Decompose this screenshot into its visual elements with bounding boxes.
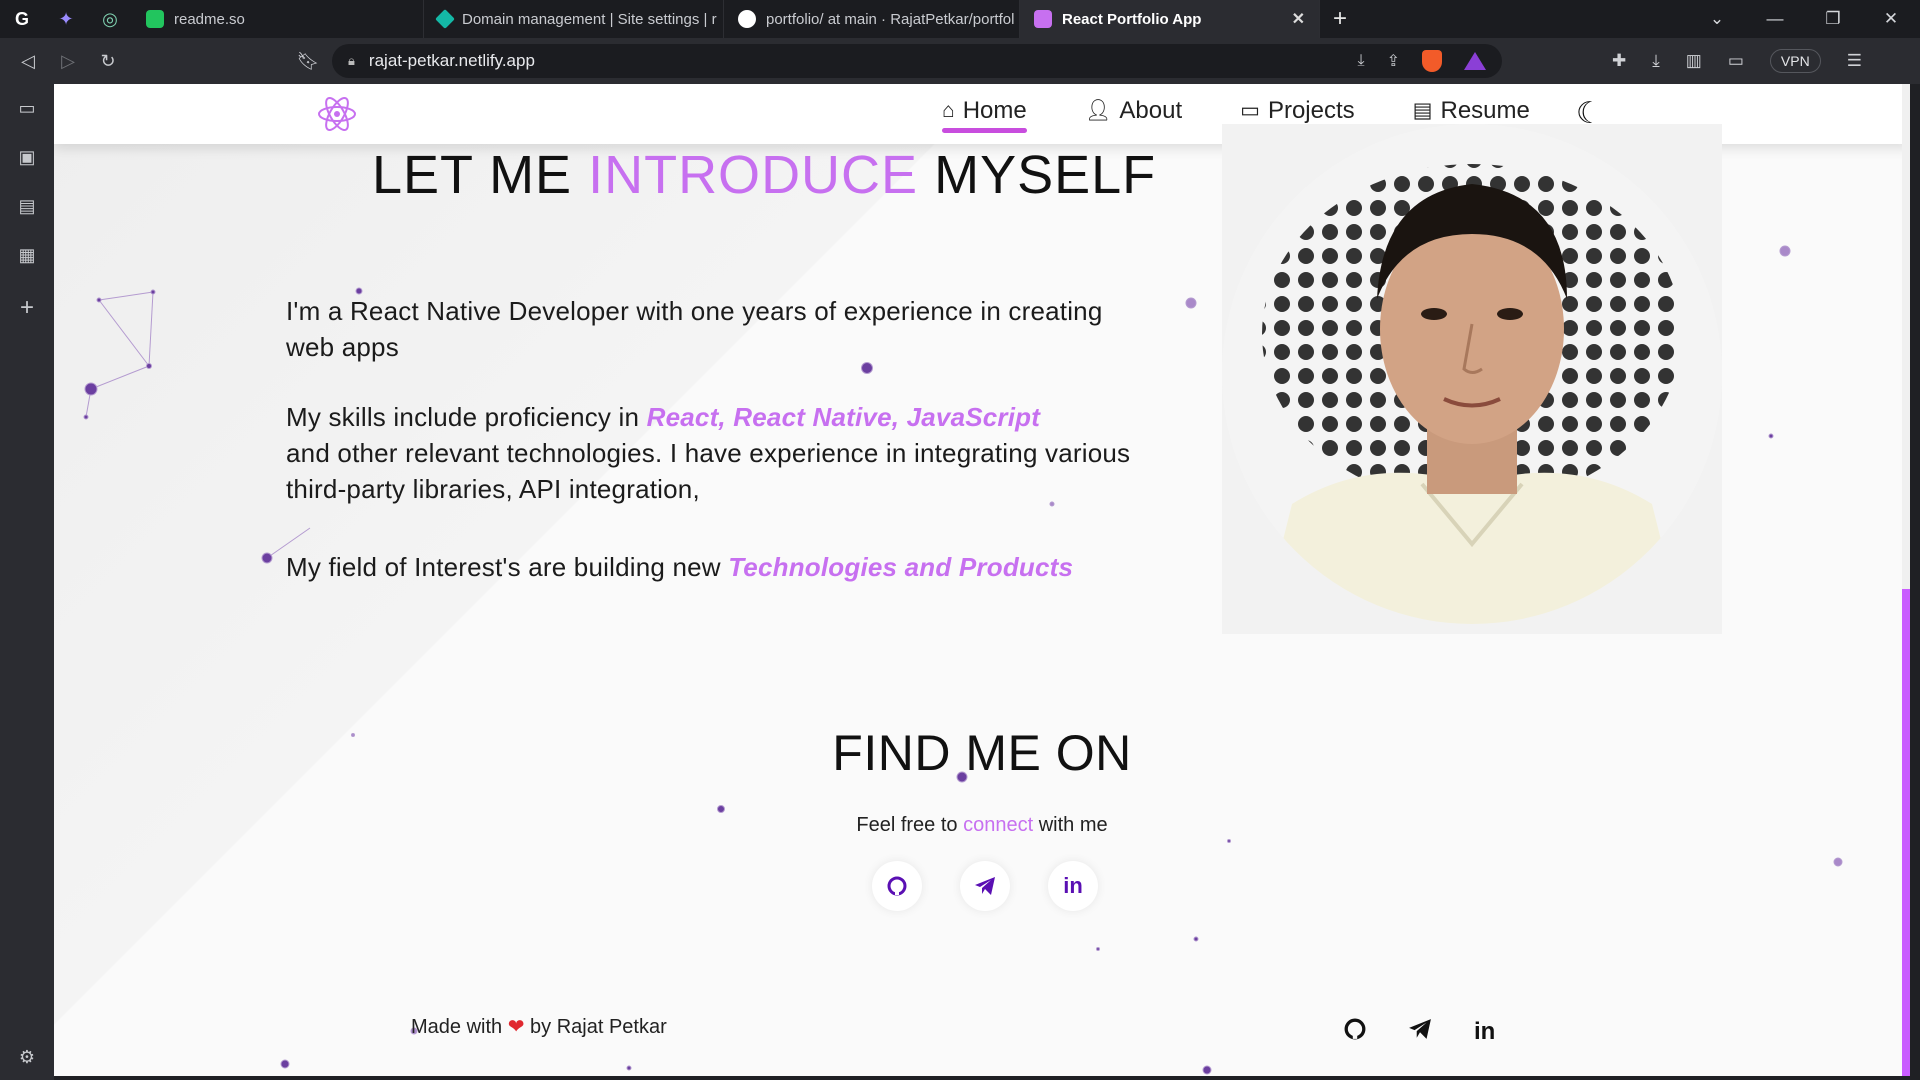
netlify-favicon-icon xyxy=(435,9,455,29)
brave-rewards-icon[interactable] xyxy=(1464,52,1486,70)
footer-github-icon[interactable] xyxy=(1344,1018,1366,1040)
url-text: rajat-petkar.netlify.app xyxy=(368,51,535,70)
tab-title: React Portfolio App xyxy=(1062,10,1202,28)
find-me-subtitle: Feel free to connect with me xyxy=(54,814,1910,837)
linkedin-icon: in xyxy=(1063,873,1083,898)
nav-about-label: About xyxy=(1119,96,1183,124)
video-icon[interactable]: ▭ xyxy=(18,98,35,119)
google-icon[interactable]: G xyxy=(0,0,44,38)
intro-title-part3: MYSELF xyxy=(918,145,1157,205)
downloads-icon[interactable]: ⤓ xyxy=(1652,51,1660,71)
address-toolbar: ◁ ▷ ↻ 🔖︎ 🔒︎ rajat-petkar.netlify.app ⤓ ⇪… xyxy=(0,38,1920,84)
find-me-sub-prefix: Feel free to xyxy=(856,814,964,836)
intro-title-part1: LET ME xyxy=(372,145,589,205)
new-tab-button[interactable]: + xyxy=(1320,5,1360,33)
find-me-title: FIND ME ON xyxy=(832,725,1132,781)
document-icon: ▤ xyxy=(1412,99,1433,122)
intro-paragraph-3: My field of Interest's are building new … xyxy=(286,549,1196,585)
find-me-sub-highlight: connect xyxy=(963,814,1034,836)
intro-p1-text: I'm a React Native Developer with one ye… xyxy=(286,296,1103,362)
tab-domain-management[interactable]: Domain management | Site settings | r xyxy=(424,0,724,38)
sidebar-toggle-icon[interactable]: ▥ xyxy=(1686,51,1702,71)
browser-tab-bar: G ✦ ◎ readme.so Domain management | Site… xyxy=(0,0,1920,38)
brave-shield-icon[interactable] xyxy=(1422,50,1442,72)
footer-made-suffix: by Rajat Petkar xyxy=(524,1016,667,1038)
footer-social-links: in xyxy=(1344,1018,1495,1046)
intro-paragraph-2: My skills include proficiency in React, … xyxy=(286,399,1196,507)
social-links: in xyxy=(872,861,1098,911)
nav-resume-label: Resume xyxy=(1440,96,1530,124)
forward-button[interactable]: ▷ xyxy=(48,51,88,72)
extensions-icon[interactable]: ✚ xyxy=(1612,51,1626,71)
tab-readme[interactable]: readme.so xyxy=(132,0,424,38)
sparkle-icon[interactable]: ✦ xyxy=(44,0,88,38)
menu-icon[interactable]: ☰ xyxy=(1847,51,1862,71)
react-favicon-icon xyxy=(1034,10,1052,28)
tab-title: readme.so xyxy=(174,10,245,28)
readme-favicon-icon xyxy=(146,10,164,28)
web-page: ⌂ Home 👤︎ About ▭ Projects ▤ Resume ☾ LE… xyxy=(54,84,1910,1076)
gear-icon[interactable]: ⚙ xyxy=(19,1047,35,1068)
intro-p2-prefix: My skills include proficiency in xyxy=(286,402,647,432)
footer-linkedin-icon[interactable]: in xyxy=(1474,1018,1495,1046)
intro-p3-prefix: My field of Interest's are building new xyxy=(286,552,729,582)
add-panel-icon[interactable]: + xyxy=(20,294,34,322)
nav-projects-label: Projects xyxy=(1267,96,1355,124)
telegram-link[interactable] xyxy=(960,861,1010,911)
tab-title: portfolio/ at main · RajatPetkar/portfol xyxy=(766,10,1015,28)
nav-home-label: Home xyxy=(962,96,1027,124)
share-icon[interactable]: ⇪ xyxy=(1387,51,1400,71)
browser-side-panel: ▭ ▣ ▤ ▦ + ⚙ xyxy=(0,84,54,1080)
heart-icon: ❤ xyxy=(507,1016,525,1038)
bookmark-icon[interactable]: 🔖︎ xyxy=(288,51,328,72)
wallet-panel-icon[interactable]: ▣ xyxy=(18,147,35,168)
minimize-button[interactable]: — xyxy=(1746,9,1804,29)
address-bar[interactable]: 🔒︎ rajat-petkar.netlify.app ⤓ ⇪ xyxy=(332,44,1502,78)
avatar xyxy=(1222,124,1722,624)
intro-p2-highlight: React, React Native, JavaScript xyxy=(646,402,1041,432)
projects-icon: ▭ xyxy=(1240,99,1260,122)
footer-made-prefix: Made with xyxy=(411,1016,508,1038)
intro-title: LET ME INTRODUCE MYSELF xyxy=(372,144,1156,206)
intro-paragraph-1: I'm a React Native Developer with one ye… xyxy=(286,293,1106,365)
install-app-icon[interactable]: ⤓ xyxy=(1358,52,1365,70)
chatgpt-icon[interactable]: ◎ xyxy=(88,0,132,38)
intro-title-highlight: INTRODUCE xyxy=(588,145,919,205)
tab-github[interactable]: portfolio/ at main · RajatPetkar/portfol xyxy=(724,0,1020,38)
reading-list-icon[interactable]: ▦ xyxy=(18,245,35,266)
tab-react-portfolio[interactable]: React Portfolio App ✕ xyxy=(1020,0,1320,38)
find-me-sub-suffix: with me xyxy=(1033,814,1108,836)
back-button[interactable]: ◁ xyxy=(8,51,48,72)
github-icon xyxy=(887,876,907,896)
github-link[interactable] xyxy=(872,861,922,911)
github-favicon-icon xyxy=(738,10,756,28)
footer-telegram-icon[interactable] xyxy=(1408,1018,1432,1040)
react-logo-icon[interactable] xyxy=(315,92,359,136)
linkedin-link[interactable]: in xyxy=(1048,861,1098,911)
nav-about-link[interactable]: 👤︎ About xyxy=(1085,97,1182,131)
reload-button[interactable]: ↻ xyxy=(88,51,128,72)
tab-list-chevron-icon[interactable]: ⌄ xyxy=(1688,9,1746,29)
intro-p3-highlight: Technologies and Products xyxy=(728,552,1074,582)
scrollbar-thumb[interactable] xyxy=(1902,589,1910,1076)
restore-button[interactable]: ❐ xyxy=(1804,9,1862,29)
vpn-button[interactable]: VPN xyxy=(1769,49,1821,73)
home-icon: ⌂ xyxy=(942,98,955,122)
tab-title: Domain management | Site settings | r xyxy=(462,10,717,28)
lock-icon: 🔒︎ xyxy=(348,53,355,68)
intro-p2-rest: and other relevant technologies. I have … xyxy=(286,438,1131,504)
wallet-icon[interactable]: ▭ xyxy=(1728,51,1744,71)
bookmarks-panel-icon[interactable]: ▤ xyxy=(18,196,35,217)
close-window-button[interactable]: ✕ xyxy=(1862,9,1920,29)
user-icon: 👤︎ xyxy=(1084,98,1112,122)
close-tab-icon[interactable]: ✕ xyxy=(1292,9,1305,29)
telegram-icon xyxy=(975,877,995,895)
nav-home-link[interactable]: ⌂ Home xyxy=(942,96,1027,133)
footer-credit: Made with ❤ by Rajat Petkar xyxy=(411,1014,667,1039)
